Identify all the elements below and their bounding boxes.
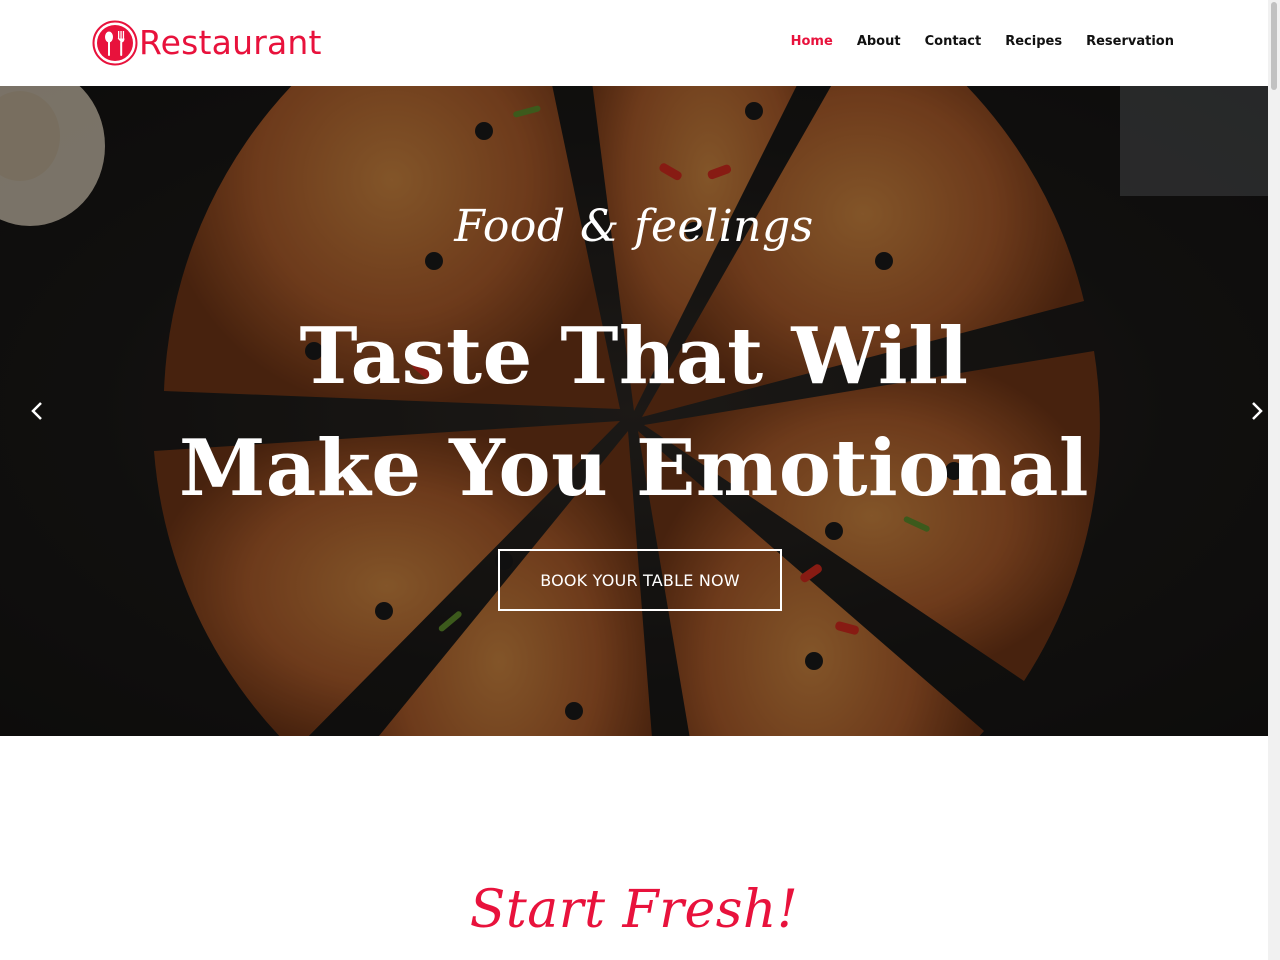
chevron-right-icon[interactable] (1242, 396, 1268, 426)
chevron-left-icon[interactable] (22, 396, 52, 426)
hero-slider: Food & feelings Taste That Will Make You… (0, 86, 1268, 736)
section-heading: Start Fresh! (469, 880, 799, 940)
spoon-fork-icon (92, 20, 138, 66)
hero-title: Taste That Will Make You Emotional (0, 301, 1268, 525)
book-table-button[interactable]: BOOK YOUR TABLE NOW (498, 549, 782, 611)
hero-title-line-2: Make You Emotional (178, 423, 1090, 514)
page-scrollbar[interactable] (1268, 0, 1280, 960)
hero-title-line-1: Taste That Will (299, 311, 969, 402)
brand-link[interactable]: Restaurant (92, 20, 322, 66)
scrollbar-thumb[interactable] (1271, 2, 1277, 90)
nav-item-contact[interactable]: Contact (925, 34, 982, 49)
brand-name: Restaurant (139, 23, 322, 62)
nav-item-about[interactable]: About (857, 34, 901, 49)
hero-kicker: Food & feelings (454, 201, 814, 252)
nav-item-recipes[interactable]: Recipes (1005, 34, 1062, 49)
nav-item-reservation[interactable]: Reservation (1086, 34, 1174, 49)
nav-item-home[interactable]: Home (791, 34, 833, 49)
site-header: Restaurant Home About Contact Recipes Re… (0, 0, 1268, 86)
main-nav: Home About Contact Recipes Reservation (767, 34, 1174, 49)
